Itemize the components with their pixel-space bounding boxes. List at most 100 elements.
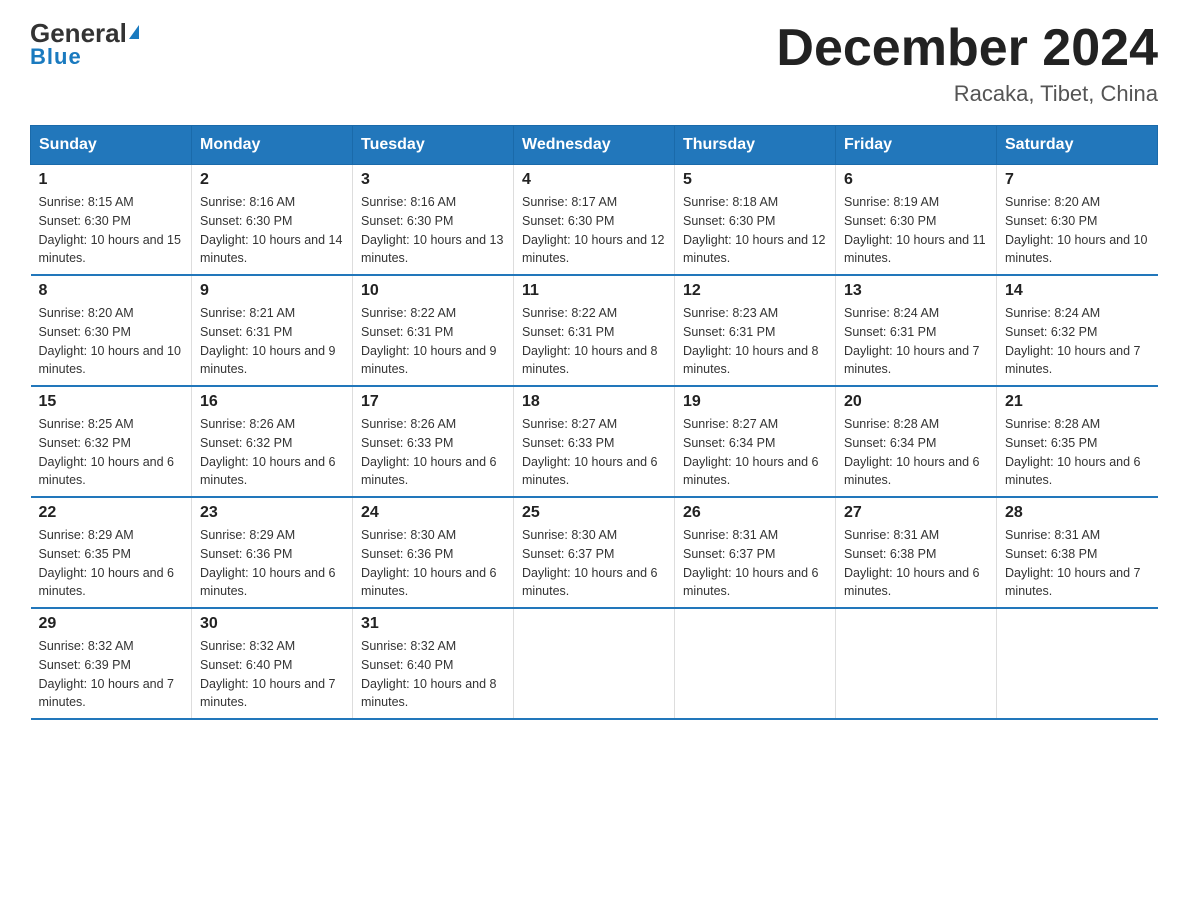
day-number: 7: [1005, 171, 1150, 189]
calendar-cell: [997, 608, 1158, 719]
day-header-tuesday: Tuesday: [353, 126, 514, 165]
calendar-cell: 11 Sunrise: 8:22 AMSunset: 6:31 PMDaylig…: [514, 275, 675, 386]
day-info: Sunrise: 8:21 AMSunset: 6:31 PMDaylight:…: [200, 304, 344, 379]
calendar-cell: 30 Sunrise: 8:32 AMSunset: 6:40 PMDaylig…: [192, 608, 353, 719]
calendar-cell: 13 Sunrise: 8:24 AMSunset: 6:31 PMDaylig…: [836, 275, 997, 386]
day-number: 27: [844, 504, 988, 522]
days-header-row: SundayMondayTuesdayWednesdayThursdayFrid…: [31, 126, 1158, 165]
day-info: Sunrise: 8:31 AMSunset: 6:37 PMDaylight:…: [683, 526, 827, 601]
day-number: 5: [683, 171, 827, 189]
day-info: Sunrise: 8:30 AMSunset: 6:37 PMDaylight:…: [522, 526, 666, 601]
calendar-cell: 17 Sunrise: 8:26 AMSunset: 6:33 PMDaylig…: [353, 386, 514, 497]
day-info: Sunrise: 8:22 AMSunset: 6:31 PMDaylight:…: [361, 304, 505, 379]
day-info: Sunrise: 8:15 AMSunset: 6:30 PMDaylight:…: [39, 193, 184, 268]
calendar-cell: 16 Sunrise: 8:26 AMSunset: 6:32 PMDaylig…: [192, 386, 353, 497]
day-number: 17: [361, 393, 505, 411]
day-number: 13: [844, 282, 988, 300]
day-info: Sunrise: 8:28 AMSunset: 6:35 PMDaylight:…: [1005, 415, 1150, 490]
calendar-cell: 9 Sunrise: 8:21 AMSunset: 6:31 PMDayligh…: [192, 275, 353, 386]
day-number: 31: [361, 615, 505, 633]
day-number: 21: [1005, 393, 1150, 411]
day-info: Sunrise: 8:31 AMSunset: 6:38 PMDaylight:…: [1005, 526, 1150, 601]
calendar-cell: 14 Sunrise: 8:24 AMSunset: 6:32 PMDaylig…: [997, 275, 1158, 386]
calendar-cell: 19 Sunrise: 8:27 AMSunset: 6:34 PMDaylig…: [675, 386, 836, 497]
day-number: 9: [200, 282, 344, 300]
calendar-cell: 28 Sunrise: 8:31 AMSunset: 6:38 PMDaylig…: [997, 497, 1158, 608]
day-info: Sunrise: 8:32 AMSunset: 6:40 PMDaylight:…: [200, 637, 344, 712]
calendar-cell: 6 Sunrise: 8:19 AMSunset: 6:30 PMDayligh…: [836, 165, 997, 276]
title-block: December 2024 Racaka, Tibet, China: [776, 20, 1158, 107]
day-header-wednesday: Wednesday: [514, 126, 675, 165]
calendar-cell: 24 Sunrise: 8:30 AMSunset: 6:36 PMDaylig…: [353, 497, 514, 608]
day-info: Sunrise: 8:16 AMSunset: 6:30 PMDaylight:…: [361, 193, 505, 268]
day-number: 10: [361, 282, 505, 300]
calendar-table: SundayMondayTuesdayWednesdayThursdayFrid…: [30, 125, 1158, 720]
day-info: Sunrise: 8:19 AMSunset: 6:30 PMDaylight:…: [844, 193, 988, 268]
calendar-cell: 29 Sunrise: 8:32 AMSunset: 6:39 PMDaylig…: [31, 608, 192, 719]
week-row-5: 29 Sunrise: 8:32 AMSunset: 6:39 PMDaylig…: [31, 608, 1158, 719]
day-info: Sunrise: 8:22 AMSunset: 6:31 PMDaylight:…: [522, 304, 666, 379]
calendar-cell: 22 Sunrise: 8:29 AMSunset: 6:35 PMDaylig…: [31, 497, 192, 608]
day-number: 19: [683, 393, 827, 411]
day-number: 30: [200, 615, 344, 633]
day-number: 16: [200, 393, 344, 411]
calendar-cell: 8 Sunrise: 8:20 AMSunset: 6:30 PMDayligh…: [31, 275, 192, 386]
day-number: 4: [522, 171, 666, 189]
week-row-1: 1 Sunrise: 8:15 AMSunset: 6:30 PMDayligh…: [31, 165, 1158, 276]
week-row-3: 15 Sunrise: 8:25 AMSunset: 6:32 PMDaylig…: [31, 386, 1158, 497]
day-number: 15: [39, 393, 184, 411]
day-number: 24: [361, 504, 505, 522]
calendar-cell: 1 Sunrise: 8:15 AMSunset: 6:30 PMDayligh…: [31, 165, 192, 276]
day-info: Sunrise: 8:26 AMSunset: 6:33 PMDaylight:…: [361, 415, 505, 490]
day-number: 23: [200, 504, 344, 522]
week-row-4: 22 Sunrise: 8:29 AMSunset: 6:35 PMDaylig…: [31, 497, 1158, 608]
logo-text: General: [30, 20, 139, 46]
calendar-cell: 31 Sunrise: 8:32 AMSunset: 6:40 PMDaylig…: [353, 608, 514, 719]
calendar-cell: 10 Sunrise: 8:22 AMSunset: 6:31 PMDaylig…: [353, 275, 514, 386]
day-number: 25: [522, 504, 666, 522]
week-row-2: 8 Sunrise: 8:20 AMSunset: 6:30 PMDayligh…: [31, 275, 1158, 386]
day-header-thursday: Thursday: [675, 126, 836, 165]
calendar-cell: 3 Sunrise: 8:16 AMSunset: 6:30 PMDayligh…: [353, 165, 514, 276]
logo: General Blue: [30, 20, 139, 70]
calendar-cell: 15 Sunrise: 8:25 AMSunset: 6:32 PMDaylig…: [31, 386, 192, 497]
day-info: Sunrise: 8:30 AMSunset: 6:36 PMDaylight:…: [361, 526, 505, 601]
day-info: Sunrise: 8:29 AMSunset: 6:35 PMDaylight:…: [39, 526, 184, 601]
day-info: Sunrise: 8:20 AMSunset: 6:30 PMDaylight:…: [39, 304, 184, 379]
day-number: 11: [522, 282, 666, 300]
day-info: Sunrise: 8:29 AMSunset: 6:36 PMDaylight:…: [200, 526, 344, 601]
day-number: 3: [361, 171, 505, 189]
day-number: 12: [683, 282, 827, 300]
day-info: Sunrise: 8:24 AMSunset: 6:31 PMDaylight:…: [844, 304, 988, 379]
day-info: Sunrise: 8:24 AMSunset: 6:32 PMDaylight:…: [1005, 304, 1150, 379]
day-number: 20: [844, 393, 988, 411]
day-header-sunday: Sunday: [31, 126, 192, 165]
day-number: 26: [683, 504, 827, 522]
month-title: December 2024: [776, 20, 1158, 77]
day-info: Sunrise: 8:28 AMSunset: 6:34 PMDaylight:…: [844, 415, 988, 490]
day-info: Sunrise: 8:26 AMSunset: 6:32 PMDaylight:…: [200, 415, 344, 490]
day-header-saturday: Saturday: [997, 126, 1158, 165]
calendar-cell: 27 Sunrise: 8:31 AMSunset: 6:38 PMDaylig…: [836, 497, 997, 608]
day-number: 1: [39, 171, 184, 189]
day-number: 22: [39, 504, 184, 522]
day-info: Sunrise: 8:18 AMSunset: 6:30 PMDaylight:…: [683, 193, 827, 268]
calendar-cell: 5 Sunrise: 8:18 AMSunset: 6:30 PMDayligh…: [675, 165, 836, 276]
day-info: Sunrise: 8:20 AMSunset: 6:30 PMDaylight:…: [1005, 193, 1150, 268]
calendar-cell: 21 Sunrise: 8:28 AMSunset: 6:35 PMDaylig…: [997, 386, 1158, 497]
calendar-cell: 7 Sunrise: 8:20 AMSunset: 6:30 PMDayligh…: [997, 165, 1158, 276]
calendar-cell: 20 Sunrise: 8:28 AMSunset: 6:34 PMDaylig…: [836, 386, 997, 497]
day-number: 2: [200, 171, 344, 189]
day-number: 14: [1005, 282, 1150, 300]
day-number: 29: [39, 615, 184, 633]
day-info: Sunrise: 8:16 AMSunset: 6:30 PMDaylight:…: [200, 193, 344, 268]
calendar-cell: 4 Sunrise: 8:17 AMSunset: 6:30 PMDayligh…: [514, 165, 675, 276]
logo-blue-line: Blue: [30, 44, 82, 70]
day-info: Sunrise: 8:32 AMSunset: 6:40 PMDaylight:…: [361, 637, 505, 712]
calendar-cell: 23 Sunrise: 8:29 AMSunset: 6:36 PMDaylig…: [192, 497, 353, 608]
calendar-cell: 26 Sunrise: 8:31 AMSunset: 6:37 PMDaylig…: [675, 497, 836, 608]
day-info: Sunrise: 8:32 AMSunset: 6:39 PMDaylight:…: [39, 637, 184, 712]
day-info: Sunrise: 8:27 AMSunset: 6:34 PMDaylight:…: [683, 415, 827, 490]
location: Racaka, Tibet, China: [776, 81, 1158, 107]
page-header: General Blue December 2024 Racaka, Tibet…: [30, 20, 1158, 107]
